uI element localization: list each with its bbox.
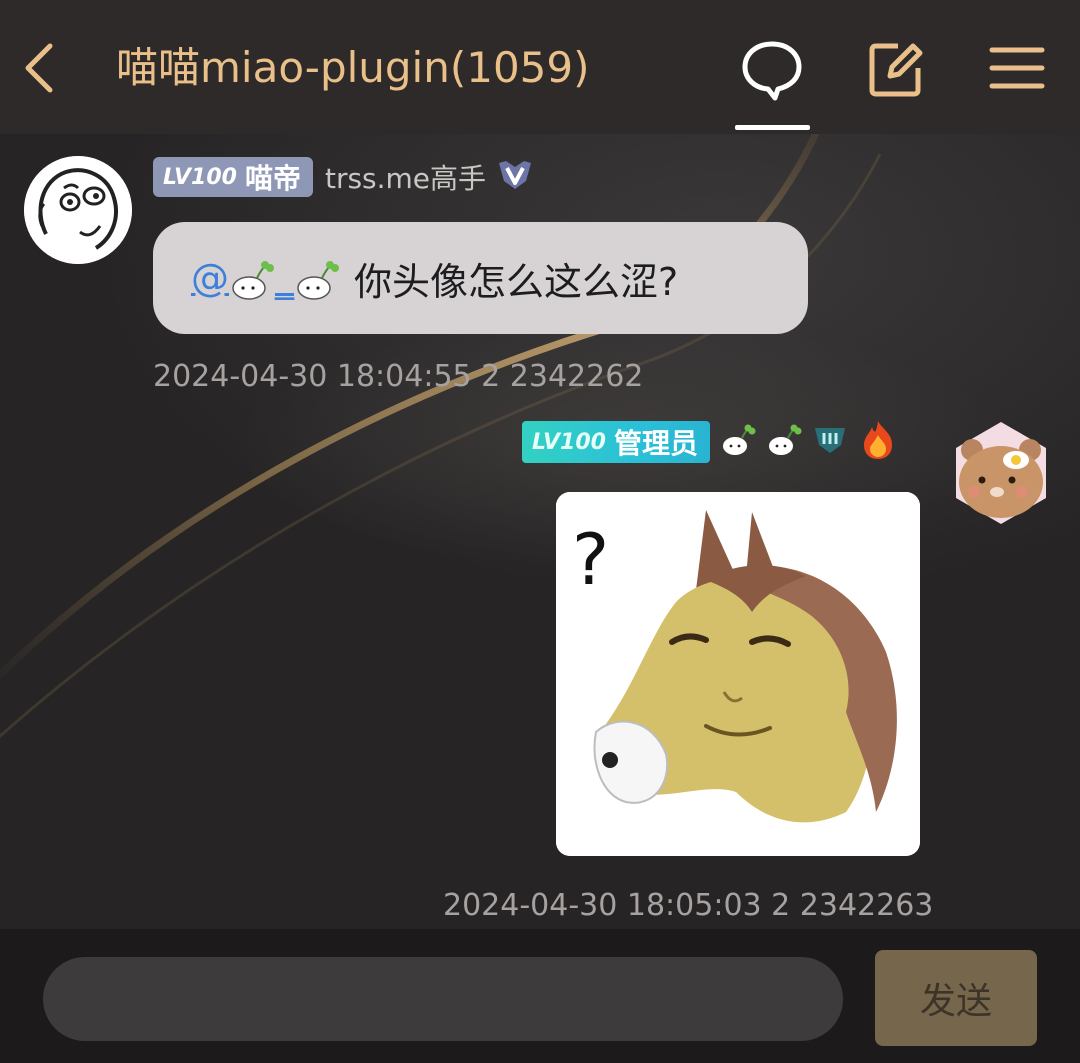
speech-bubble-icon[interactable] [740, 38, 804, 102]
message-timestamp: 2024-04-30 18:05:03 2 2342263 [443, 888, 934, 923]
mention-link[interactable]: @ _ [191, 256, 340, 300]
avatar[interactable] [948, 420, 1054, 526]
chevron-left-icon[interactable] [18, 38, 68, 98]
sender-info: LV100 喵帝 trss.me高手 [153, 156, 534, 198]
message-input[interactable] [43, 957, 843, 1041]
mention-separator: _ [275, 256, 294, 300]
sender-info: LV100 管理员 [522, 420, 898, 464]
level-label: LV100 [163, 164, 237, 190]
message-timestamp: 2024-04-30 18:04:55 2 2342262 [153, 359, 644, 394]
mention-at: @ [191, 256, 229, 300]
bean-sprout-emoji-icon [720, 422, 756, 462]
avatar[interactable] [24, 156, 132, 264]
edit-note-icon[interactable] [864, 38, 928, 102]
level-label: LV100 [532, 429, 606, 455]
bean-sprout-emoji-icon [297, 261, 339, 300]
level-badge[interactable]: LV100 喵帝 [153, 157, 313, 197]
active-tab-indicator [735, 125, 810, 130]
group-rank-name: 喵帝 [244, 162, 301, 195]
level-badge[interactable]: LV100 管理员 [522, 421, 710, 463]
page-title: 喵喵miao-plugin(1059) [116, 43, 590, 92]
bean-sprout-emoji-icon [232, 261, 274, 300]
v-rank-shield-icon [496, 157, 534, 197]
hamburger-menu-icon[interactable] [986, 38, 1050, 102]
send-button[interactable]: 发送 [875, 950, 1037, 1046]
message-input-bar: 发送 [0, 929, 1080, 1063]
group-rank-name: 管理员 [613, 427, 698, 460]
fire-icon [858, 419, 898, 465]
sticker-question-mark: ? [572, 519, 609, 601]
rank-three-shield-icon [812, 423, 848, 461]
app-header: 喵喵miao-plugin(1059) [0, 0, 1080, 134]
meme-face-avatar-icon [24, 156, 132, 264]
question-horse-sticker-icon: ? [556, 492, 920, 856]
bean-sprout-emoji-icon [766, 422, 802, 462]
message-bubble[interactable]: @ _ 你头像怎么这么涩? [153, 222, 808, 334]
message-text: 你头像怎么这么涩? [354, 259, 679, 304]
chat-message-list[interactable]: LV100 喵帝 trss.me高手 @ _ 你头像怎么这么涩? 2024-04… [0, 134, 1080, 929]
member-title: trss.me高手 [324, 162, 487, 195]
bear-avatar-icon [956, 422, 1046, 524]
image-message[interactable]: ? [556, 492, 920, 856]
